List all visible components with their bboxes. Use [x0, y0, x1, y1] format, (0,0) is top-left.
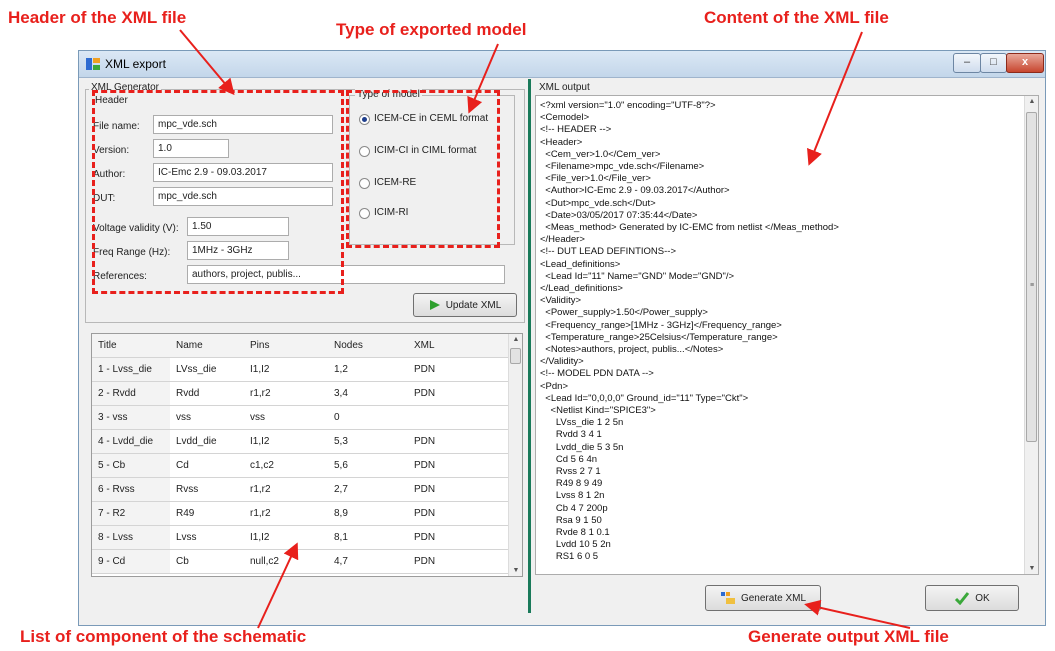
annotation-arrows — [179, 29, 911, 629]
arrow-component-list — [257, 542, 299, 629]
arrow-model-type — [467, 43, 499, 114]
arrow-generate — [804, 599, 911, 629]
arrow-header — [179, 29, 235, 96]
arrow-content — [807, 31, 863, 166]
